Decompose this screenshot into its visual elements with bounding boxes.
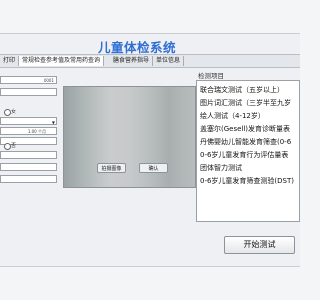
gender-radio[interactable]: [4, 109, 11, 116]
items-label: 检测项目: [198, 72, 224, 80]
birthdate-field[interactable]: ▼: [0, 117, 57, 125]
list-item[interactable]: 图片词汇测试（三岁半至九岁: [200, 98, 291, 108]
list-item[interactable]: 丹佛婴幼儿智能发育筛查(0-6: [200, 137, 291, 147]
list-item[interactable]: 绘人测试（4-12岁）: [200, 111, 265, 121]
camera-preview: [63, 86, 196, 188]
list-item[interactable]: 0-6岁儿童发育行为评估量表: [200, 150, 288, 160]
tab-print[interactable]: 打印: [0, 56, 20, 66]
list-item[interactable]: 团体智力测试: [200, 163, 242, 173]
tab-unit-info[interactable]: 单位信息: [153, 56, 185, 66]
tab-reference[interactable]: 常规检查参考值及常用药查询: [19, 56, 105, 66]
list-item[interactable]: 联合瑞文测试（五岁以上）: [200, 85, 284, 95]
tab-nutrition[interactable]: 膳食营养指导: [110, 56, 154, 66]
head-field[interactable]: [0, 163, 57, 171]
option-label: 否: [11, 143, 17, 149]
gender-label: 女: [11, 109, 17, 115]
start-test-button[interactable]: 开始测试: [224, 236, 295, 254]
weight-field[interactable]: [0, 151, 57, 159]
list-item[interactable]: 0-6岁儿童发育筛查测验(DST): [200, 176, 294, 186]
items-list[interactable]: 联合瑞文测试（五岁以上） 图片词汇测试（三岁半至九岁 绘人测试（4-12岁） 盖…: [196, 80, 300, 222]
confirm-button[interactable]: 确认: [139, 163, 168, 173]
name-field[interactable]: [0, 88, 57, 96]
extra-field[interactable]: [0, 175, 57, 183]
tab-bar: 打印 常规检查参考值及常用药查询 膳食营养指导 单位信息: [0, 54, 300, 68]
option-radio[interactable]: [4, 143, 11, 150]
id-field[interactable]: 0001: [0, 76, 57, 84]
chevron-down-icon: ▼: [51, 120, 55, 125]
list-item[interactable]: 盖塞尔(Gesell)发育诊断量表: [200, 124, 290, 134]
capture-button[interactable]: 拍摄图像: [97, 163, 126, 173]
age-field[interactable]: 1.00 个月: [0, 127, 57, 135]
